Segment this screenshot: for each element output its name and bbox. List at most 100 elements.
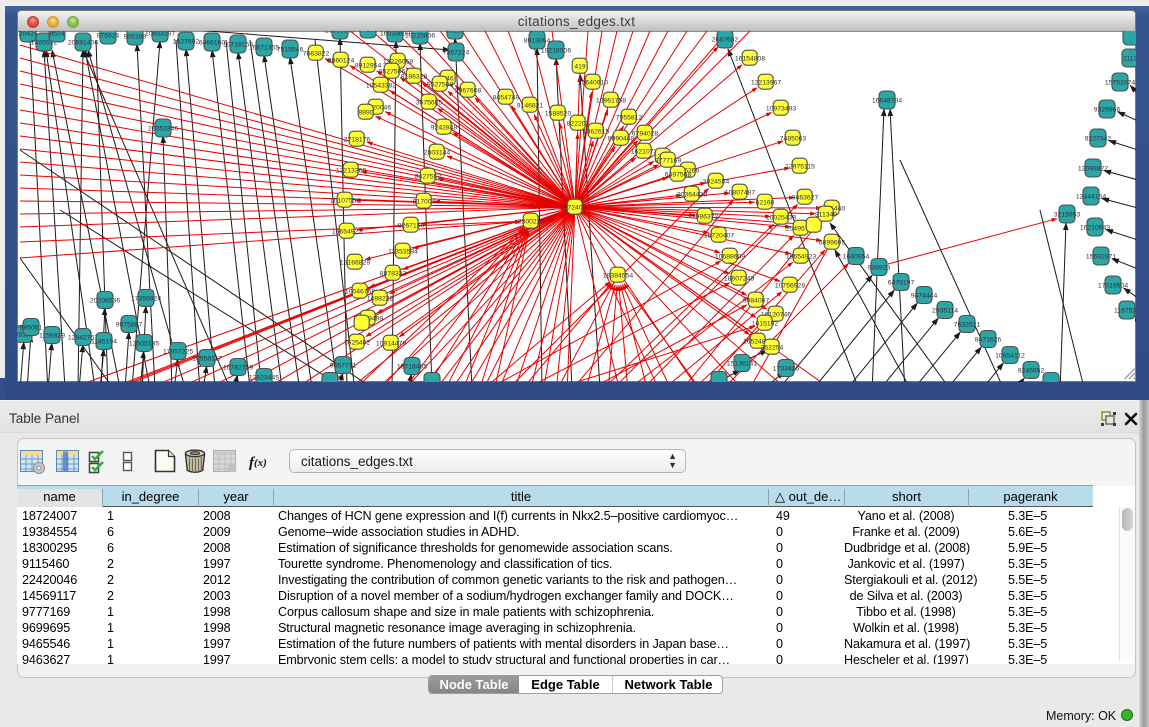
svg-text:8454749: 8454749: [493, 95, 520, 102]
svg-text:1167533: 1167533: [1114, 308, 1136, 315]
svg-text:7986372: 7986372: [692, 214, 719, 221]
svg-text:8912954: 8912954: [355, 63, 382, 70]
svg-text:88130: 88130: [446, 31, 465, 35]
svg-text:1588520: 1588520: [545, 111, 572, 118]
svg-text:9890: 9890: [358, 110, 373, 117]
svg-text:1640954: 1640954: [843, 254, 870, 261]
svg-text:9245652: 9245652: [1018, 368, 1045, 375]
svg-text:419: 419: [574, 64, 586, 71]
svg-text:9474444: 9474444: [911, 293, 938, 300]
svg-text:10654112: 10654112: [995, 353, 1025, 360]
svg-text:8878332: 8878332: [380, 271, 407, 278]
svg-text:9527508: 9527508: [427, 82, 454, 89]
svg-text:10688609: 10688609: [715, 254, 745, 261]
svg-text:12213369: 12213369: [336, 168, 366, 175]
svg-text:9860124: 9860124: [328, 58, 355, 65]
svg-text:10025438: 10025438: [766, 215, 796, 222]
svg-text:311340: 311340: [815, 212, 837, 219]
svg-text:10543382: 10543382: [366, 83, 396, 90]
svg-text:1145194: 1145194: [91, 339, 117, 346]
svg-text:822203: 822203: [567, 121, 590, 128]
svg-text:12444154: 12444154: [1076, 194, 1106, 201]
svg-text:985061: 985061: [20, 325, 43, 332]
svg-text:15720407: 15720407: [704, 233, 734, 240]
svg-text:19384554: 19384554: [603, 273, 633, 280]
svg-text:18807249: 18807249: [724, 276, 754, 283]
svg-text:1498222: 1498222: [367, 296, 394, 303]
svg-text:20206536: 20206536: [90, 298, 120, 305]
svg-text:9329966: 9329966: [1094, 107, 1121, 114]
svg-text:19654923: 19654923: [786, 254, 816, 261]
svg-text:1527602: 1527602: [173, 39, 200, 46]
svg-text:10807487: 10807487: [725, 190, 755, 197]
svg-text:6466160: 6466160: [199, 40, 226, 47]
svg-text:817004: 817004: [413, 199, 436, 206]
svg-text:7955812: 7955812: [616, 115, 643, 122]
svg-text:10107552: 10107552: [330, 198, 360, 205]
svg-text:2803144: 2803144: [424, 150, 451, 157]
svg-text:6794028: 6794028: [632, 131, 659, 138]
svg-text:20691406: 20691406: [68, 40, 98, 47]
svg-text:16053809: 16053809: [325, 31, 355, 35]
svg-text:16782759: 16782759: [223, 365, 253, 372]
svg-text:9242848: 9242848: [431, 125, 458, 132]
svg-text:16648784: 16648784: [872, 98, 902, 105]
svg-text:8427552: 8427552: [415, 174, 442, 181]
svg-text:1615192: 1615192: [752, 321, 779, 328]
svg-text:7625402: 7625402: [344, 340, 371, 347]
svg-text:20053346: 20053346: [148, 126, 178, 133]
svg-text:1112: 1112: [1123, 56, 1136, 63]
svg-text:975524: 975524: [97, 33, 120, 40]
svg-text:12975115: 12975115: [785, 164, 815, 171]
svg-text:15692971: 15692971: [1086, 254, 1116, 261]
svg-text:7515546: 7515546: [277, 47, 304, 54]
svg-text:3215953: 3215953: [1054, 212, 1081, 219]
svg-text:252254: 252254: [761, 345, 784, 352]
svg-text:9146821: 9146821: [517, 103, 544, 110]
svg-text:16210643: 16210643: [1080, 225, 1110, 232]
svg-text:7632621: 7632621: [954, 322, 981, 329]
svg-text:3675685: 3675685: [416, 100, 443, 107]
svg-text:9084067: 9084067: [743, 298, 770, 305]
svg-text:10973493: 10973493: [766, 106, 796, 113]
svg-text:17016504: 17016504: [1098, 283, 1128, 290]
svg-text:6899695: 6899695: [819, 240, 846, 247]
svg-text:10961758: 10961758: [596, 98, 626, 105]
svg-text:10756928: 10756928: [775, 283, 805, 290]
svg-text:10653287: 10653287: [145, 31, 175, 38]
svg-text:2935114: 2935114: [932, 308, 958, 315]
svg-text:1362615: 1362615: [583, 129, 610, 136]
svg-text:2718176: 2718176: [344, 137, 371, 144]
svg-text:10046766: 10046766: [345, 289, 375, 296]
svg-text:9857771: 9857771: [330, 363, 357, 370]
svg-text:2967608: 2967608: [455, 88, 482, 95]
svg-text:8813054: 8813054: [524, 38, 551, 45]
svg-text:7357224: 7357224: [443, 50, 470, 57]
svg-text:17359924: 17359924: [131, 296, 161, 303]
svg-text:90133: 90133: [359, 31, 378, 34]
svg-text:12923445: 12923445: [249, 375, 279, 382]
svg-text:12505135: 12505135: [129, 341, 159, 348]
svg-text:62160: 62160: [756, 200, 775, 207]
svg-text:19215806: 19215806: [405, 33, 435, 40]
svg-text:3824554: 3824554: [703, 179, 730, 186]
svg-text:17957225: 17957225: [163, 349, 193, 356]
svg-text:11353594: 11353594: [388, 249, 418, 256]
svg-text:10914479: 10914479: [376, 341, 406, 348]
svg-text:8186328: 8186328: [401, 74, 428, 81]
svg-text:10958117: 10958117: [192, 356, 222, 363]
svg-text:16154808: 16154808: [735, 56, 765, 63]
svg-text:8990448: 8990448: [608, 136, 635, 143]
svg-text:6479197: 6479197: [888, 280, 915, 287]
svg-text:1621072: 1621072: [631, 149, 658, 156]
svg-text:8267150: 8267150: [398, 223, 425, 230]
svg-text:8471626: 8471626: [975, 337, 1002, 344]
svg-text:2687682: 2687682: [712, 37, 739, 44]
svg-text:12093822: 12093822: [1078, 166, 1108, 173]
svg-text:2300215: 2300215: [518, 219, 545, 226]
svg-text:15640910: 15640910: [578, 80, 608, 87]
svg-text:15751074: 15751074: [1105, 80, 1135, 87]
svg-text:6497568: 6497568: [665, 172, 692, 179]
svg-text:7485063: 7485063: [780, 136, 807, 143]
svg-text:8524: 8524: [49, 31, 64, 38]
